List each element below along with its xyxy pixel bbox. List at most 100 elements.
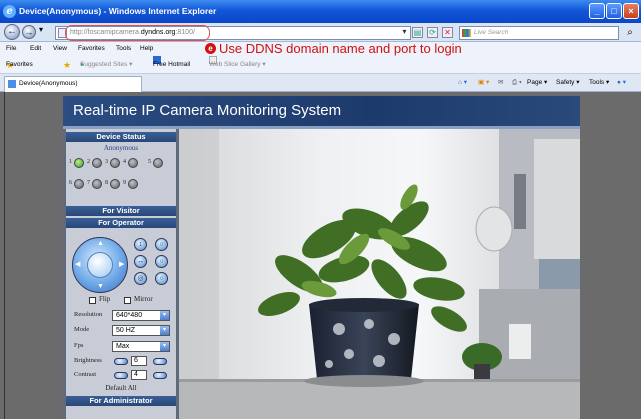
brightness-value: 6 [131, 356, 147, 366]
menu-tools[interactable]: Tools [116, 42, 131, 56]
mode-select[interactable]: 50 HZ ▼ [112, 325, 170, 336]
channel-indicator-6[interactable] [74, 179, 84, 189]
pan-left-icon[interactable]: ◀ [75, 261, 80, 268]
brightness-decrease-button[interactable] [114, 358, 128, 365]
io-on-button[interactable]: ○ [155, 255, 168, 268]
channel-number: 2 [87, 159, 90, 165]
browser-window: { "window": {"title": "Device(Anonymous)… [0, 0, 641, 419]
page-menu[interactable]: Page ▾ [527, 74, 547, 92]
fps-label: Fps [74, 342, 84, 349]
camera-video-feed [179, 129, 580, 419]
for-operator-heading: For Operator [66, 218, 176, 228]
pan-right-icon[interactable]: ▶ [119, 261, 124, 268]
channel-indicator-1[interactable] [74, 158, 84, 168]
web-slice-gallery-label: Web Slice Gallery ▾ [209, 61, 266, 68]
stop-icon[interactable]: ✕ [442, 27, 453, 38]
channel-indicator-8[interactable] [110, 179, 120, 189]
channel-number: 7 [87, 180, 90, 186]
contrast-value: 4 [131, 370, 147, 380]
menu-help[interactable]: Help [140, 42, 153, 56]
contrast-decrease-button[interactable] [114, 372, 128, 379]
forward-button[interactable]: → [22, 25, 36, 39]
info-marker-icon: e [205, 43, 216, 54]
tools-menu[interactable]: Tools ▾ [589, 74, 609, 92]
flip-label: Flip [99, 295, 111, 303]
compatibility-icon[interactable]: ▤ [412, 27, 423, 38]
help-icon[interactable]: ● ▾ [617, 74, 626, 92]
menu-edit[interactable]: Edit [30, 42, 41, 56]
center-button[interactable]: ◎ [134, 272, 147, 285]
brightness-increase-button[interactable] [153, 358, 167, 365]
close-button[interactable]: × [623, 3, 639, 19]
favorites-bar: ★ Favorites ★ ● Suggested Sites ▾ Free H… [0, 56, 641, 74]
pan-down-icon[interactable]: ▼ [97, 283, 104, 290]
window-title: Device(Anonymous) - Windows Internet Exp… [19, 6, 217, 16]
channel-number: 3 [105, 159, 108, 165]
free-hotmail-label: Free Hotmail [153, 61, 191, 68]
channel-indicator-5[interactable] [153, 158, 163, 168]
chevron-down-icon: ▼ [160, 326, 169, 335]
mode-label: Mode [74, 326, 90, 333]
contrast-increase-button[interactable] [153, 372, 167, 379]
add-favorite-icon[interactable]: ★ [63, 56, 71, 74]
channel-indicator-7[interactable] [92, 179, 102, 189]
mirror-label: Mirror [134, 295, 153, 303]
default-all-link[interactable]: Default All [66, 384, 176, 392]
stop-patrol-button[interactable]: ○ [155, 238, 168, 251]
menu-view[interactable]: View [53, 42, 67, 56]
title-bar: e Device(Anonymous) - Windows Internet E… [0, 0, 641, 23]
mail-icon[interactable]: ✉ [498, 74, 503, 92]
address-dropdown-icon[interactable]: ▾ [399, 27, 410, 38]
search-icon[interactable]: ⌕ [623, 26, 637, 40]
dropdown-arrow-icon[interactable]: ▾ [39, 25, 43, 34]
mirror-checkbox[interactable] [124, 297, 131, 304]
chevron-down-icon: ▼ [160, 311, 169, 320]
safety-menu[interactable]: Safety ▾ [556, 74, 580, 92]
tab-label: Device(Anonymous) [19, 80, 78, 87]
suggested-sites-label: Suggested Sites ▾ [80, 61, 133, 68]
tab-bar: Device(Anonymous) ⌂ ▾ ▣ ▾ ✉ ⎙ ▾ Page ▾ S… [0, 74, 641, 92]
refresh-icon[interactable]: ⟳ [427, 27, 438, 38]
for-administrator-heading: For Administrator [66, 396, 176, 406]
channel-number: 8 [105, 180, 108, 186]
channel-number: 9 [123, 180, 126, 186]
resolution-label: Resolution [74, 311, 103, 318]
fps-value: Max [116, 343, 130, 350]
chevron-down-icon: ▼ [160, 342, 169, 351]
search-placeholder: Live Search [474, 29, 509, 36]
channel-indicator-9[interactable] [128, 179, 138, 189]
channel-indicator-3[interactable] [110, 158, 120, 168]
patrol-horizontal-button[interactable]: ↔ [134, 255, 147, 268]
for-visitor-heading: For Visitor [66, 206, 176, 216]
maximize-button[interactable]: □ [606, 3, 622, 19]
page-title: Real-time IP Camera Monitoring System [63, 96, 580, 128]
live-search-logo-icon [462, 29, 471, 37]
fps-select[interactable]: Max ▼ [112, 341, 170, 352]
ptz-center-button[interactable] [87, 252, 113, 278]
pan-up-icon[interactable]: ▲ [97, 240, 104, 247]
status-user: Anonymous [103, 144, 139, 152]
annotation-text: Use DDNS domain name and port to login [219, 41, 462, 56]
back-button[interactable]: ← [4, 24, 20, 40]
channel-indicator-4[interactable] [128, 158, 138, 168]
mode-value: 50 HZ [116, 327, 136, 334]
search-input[interactable]: Live Search [459, 26, 619, 40]
channel-number: 4 [123, 159, 126, 165]
menu-file[interactable]: File [6, 42, 16, 56]
favorites-label: Favorites [6, 61, 33, 68]
video-frame-image [179, 129, 580, 419]
channel-indicator-2[interactable] [92, 158, 102, 168]
home-icon[interactable]: ⌂ ▾ [458, 74, 467, 92]
tab-device-anonymous[interactable]: Device(Anonymous) [4, 76, 142, 92]
io-off-button[interactable]: ○ [155, 272, 168, 285]
ie-logo-icon: e [3, 5, 16, 18]
print-icon[interactable]: ⎙ ▾ [512, 74, 522, 92]
menu-favorites[interactable]: Favorites [78, 42, 105, 56]
flip-checkbox[interactable] [89, 297, 96, 304]
resolution-select[interactable]: 640*480 ▼ [112, 310, 170, 321]
minimize-button[interactable]: _ [589, 3, 605, 19]
address-highlight-outline [65, 25, 210, 41]
resolution-value: 640*480 [116, 312, 143, 319]
patrol-vertical-button[interactable]: ↕ [134, 238, 147, 251]
feeds-icon[interactable]: ▣ ▾ [478, 74, 489, 92]
